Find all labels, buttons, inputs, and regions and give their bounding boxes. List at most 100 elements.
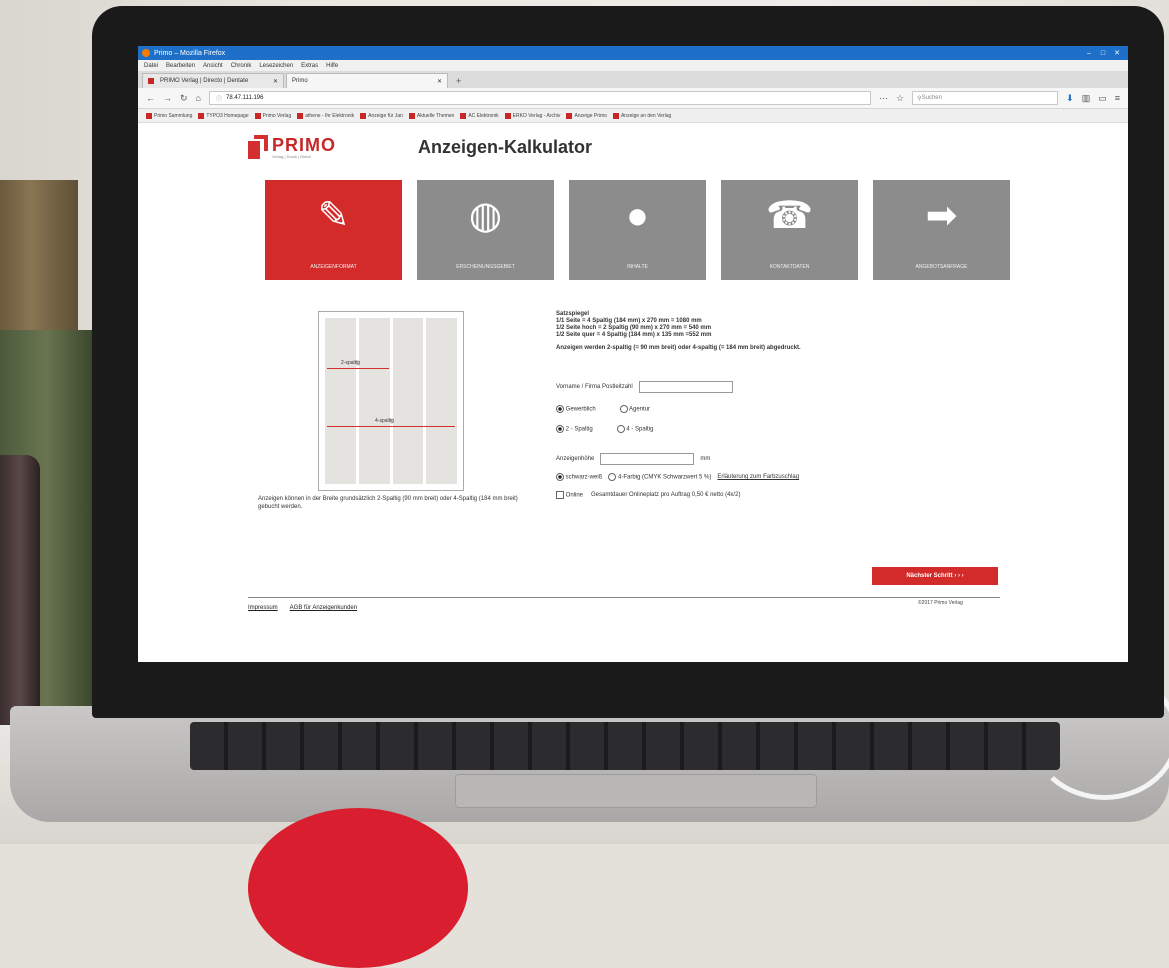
coffee-mug	[0, 455, 40, 745]
name-input[interactable]	[638, 381, 733, 393]
browser-tab-active[interactable]: Primo ✕	[286, 73, 448, 88]
close-tab-icon[interactable]: ✕	[437, 78, 442, 85]
height-label: Anzeigenhöhe	[556, 456, 595, 462]
menu-item-ansicht[interactable]: Ansicht	[203, 63, 223, 69]
four-column-dimension	[327, 426, 455, 427]
bookmark-label: Anzeige für Jan	[368, 112, 403, 119]
two-column-dimension	[327, 368, 389, 369]
keyboard	[190, 722, 1060, 770]
tile-anzeigenformat[interactable]: ✎ ANZEIGENFORMAT	[265, 180, 402, 280]
bookmark-item[interactable]: ERKO Verlag - Archiv	[504, 112, 560, 119]
menu-icon[interactable]: ≡	[1115, 93, 1120, 103]
height-unit: mm	[700, 456, 711, 462]
rule-line: 1/2 Seite quer = 4 Spaltig (184 mm) x 13…	[556, 332, 712, 338]
forward-icon[interactable]: →	[163, 93, 172, 103]
tile-inhalte[interactable]: ● INHALTE	[569, 180, 706, 280]
radio-agentur[interactable]: Agentur	[619, 405, 651, 413]
menu-item-bearbeiten[interactable]: Bearbeiten	[166, 63, 195, 69]
close-tab-icon[interactable]: ✕	[273, 78, 278, 85]
rule-line: 1/2 Seite hoch = 2 Spaltig (90 mm) x 270…	[556, 325, 712, 331]
library-icon[interactable]: ▥	[1082, 93, 1091, 104]
radio-label: Agentur	[629, 406, 651, 413]
page-actions-icon[interactable]: ⋯	[879, 93, 888, 104]
online-text: Gesamtdauer Onlineplatz pro Auftrag 0,50…	[591, 492, 741, 498]
radio-label: schwarz-weiß	[565, 474, 603, 481]
radio-2-spaltig[interactable]: 2 - Spaltig	[556, 425, 593, 433]
radio-4-farbig[interactable]: 4-Farbig (CMYK Schwarzwert 5 %)	[608, 473, 711, 481]
rules-note: Anzeigen werden 2-spaltig (= 90 mm breit…	[556, 345, 801, 351]
radio-gewerblich[interactable]: Gewerblich	[556, 405, 596, 413]
bookmark-item[interactable]: athene - Ihr Elektronik	[297, 112, 354, 119]
back-icon[interactable]: ←	[146, 93, 155, 103]
bookmark-item[interactable]: TYPO3 Homepage	[198, 112, 249, 119]
bookmark-star-icon[interactable]: ☆	[896, 93, 904, 104]
minimize-button[interactable]: –	[1082, 50, 1096, 57]
height-input[interactable]	[600, 453, 695, 465]
format-preview: 2-spaltig 4-spaltig	[318, 311, 464, 491]
bookmark-icon	[408, 112, 415, 119]
tile-angebotsanfrage[interactable]: ➡ ANGEBOTSANFRAGE	[873, 180, 1010, 280]
step-tiles: ✎ ANZEIGENFORMAT ◍ ERSCHEINUNGSGEBIET ● …	[265, 180, 1010, 280]
tile-label: ANZEIGENFORMAT	[310, 264, 357, 270]
bookmark-item[interactable]: Primo Verlag	[254, 112, 291, 119]
bookmark-icon	[198, 112, 205, 119]
tab-bar: PRIMO Verlag | Directo | Dentate ✕ Primo…	[138, 71, 1128, 88]
radio-4-spaltig[interactable]: 4 - Spaltig	[616, 425, 653, 433]
bookmark-item[interactable]: Anzeige für Jan	[360, 112, 403, 119]
column	[426, 318, 457, 484]
arrow-right-icon: ➡	[925, 195, 958, 237]
info-icon: ⓘ	[215, 96, 222, 103]
window-titlebar: Primo – Mozilla Firefox – □ ✕	[138, 46, 1128, 60]
tile-erscheinungsgebiet[interactable]: ◍ ERSCHEINUNGSGEBIET	[417, 180, 554, 280]
maximize-button[interactable]: □	[1096, 50, 1110, 57]
close-button[interactable]: ✕	[1110, 49, 1124, 57]
footer-divider	[248, 597, 1000, 598]
logo-text: PRIMO	[272, 134, 337, 155]
online-checkbox[interactable]: Online	[556, 491, 583, 499]
reload-icon[interactable]: ↻	[180, 93, 188, 104]
bookmark-icon	[504, 112, 511, 119]
url-bar[interactable]: ⓘ 78.47.111.196	[208, 91, 872, 105]
color-info-link[interactable]: Erläuterung zum Farbzuschlag	[717, 474, 799, 480]
tab-label: Primo	[292, 78, 308, 84]
bookmark-label: Aktuelle Themen	[416, 112, 455, 119]
tile-label: INHALTE	[627, 264, 648, 270]
primo-logo[interactable]: PRIMO Verlag | Druck | Direct	[248, 135, 336, 159]
bookmark-label: Anzeige an den Verlag	[620, 112, 672, 119]
menu-item-hilfe[interactable]: Hilfe	[326, 63, 338, 69]
bookmark-item[interactable]: Anzeige Primo	[566, 112, 607, 119]
menu-item-chronik[interactable]: Chronik	[231, 63, 252, 69]
red-decoration	[248, 808, 468, 968]
laptop-screen: Primo – Mozilla Firefox – □ ✕ Datei Bear…	[138, 46, 1128, 662]
home-icon[interactable]: ⌂	[196, 93, 201, 103]
telephone-icon: ☎	[765, 195, 814, 237]
search-input[interactable]: ⚲ Suchen	[912, 91, 1059, 105]
radio-label: 4-Farbig (CMYK Schwarzwert 5 %)	[618, 474, 712, 481]
search-placeholder: Suchen	[921, 95, 942, 101]
bookmark-item[interactable]: Primo Sammlung	[146, 112, 192, 119]
tile-label: KONTAKTDATEN	[769, 264, 810, 270]
menu-item-datei[interactable]: Datei	[144, 63, 158, 69]
bookmark-item[interactable]: AC Elektronik	[460, 112, 499, 119]
browser-tab[interactable]: PRIMO Verlag | Directo | Dentate ✕	[142, 73, 284, 88]
agb-link[interactable]: AGB für Anzeigenkunden	[290, 605, 357, 611]
height-row: Anzeigenhöhe mm	[556, 453, 710, 465]
bookmarks-toolbar: Primo Sammlung TYPO3 Homepage Primo Verl…	[138, 109, 1128, 123]
bookmark-item[interactable]: Anzeige an den Verlag	[612, 112, 672, 119]
tile-kontaktdaten[interactable]: ☎ KONTAKTDATEN	[721, 180, 858, 280]
downloads-icon[interactable]: ⬇	[1066, 93, 1074, 104]
new-tab-button[interactable]: +	[450, 74, 467, 88]
next-step-button[interactable]: Nächster Schritt › › ›	[872, 567, 998, 585]
menu-item-lesezeichen[interactable]: Lesezeichen	[259, 63, 293, 69]
two-column-label: 2-spaltig	[341, 360, 360, 366]
sidebar-icon[interactable]: ▭	[1098, 93, 1107, 104]
menu-item-extras[interactable]: Extras	[301, 63, 318, 69]
impressum-link[interactable]: Impressum	[248, 605, 278, 611]
radio-checked-icon	[556, 405, 564, 413]
bookmark-item[interactable]: Aktuelle Themen	[408, 112, 455, 119]
firefox-icon	[142, 49, 150, 57]
radio-schwarz-weiss[interactable]: schwarz-weiß	[556, 473, 602, 481]
checkbox-label: Online	[565, 492, 584, 499]
radio-unchecked-icon	[619, 405, 628, 413]
bookmark-icon	[297, 112, 304, 119]
